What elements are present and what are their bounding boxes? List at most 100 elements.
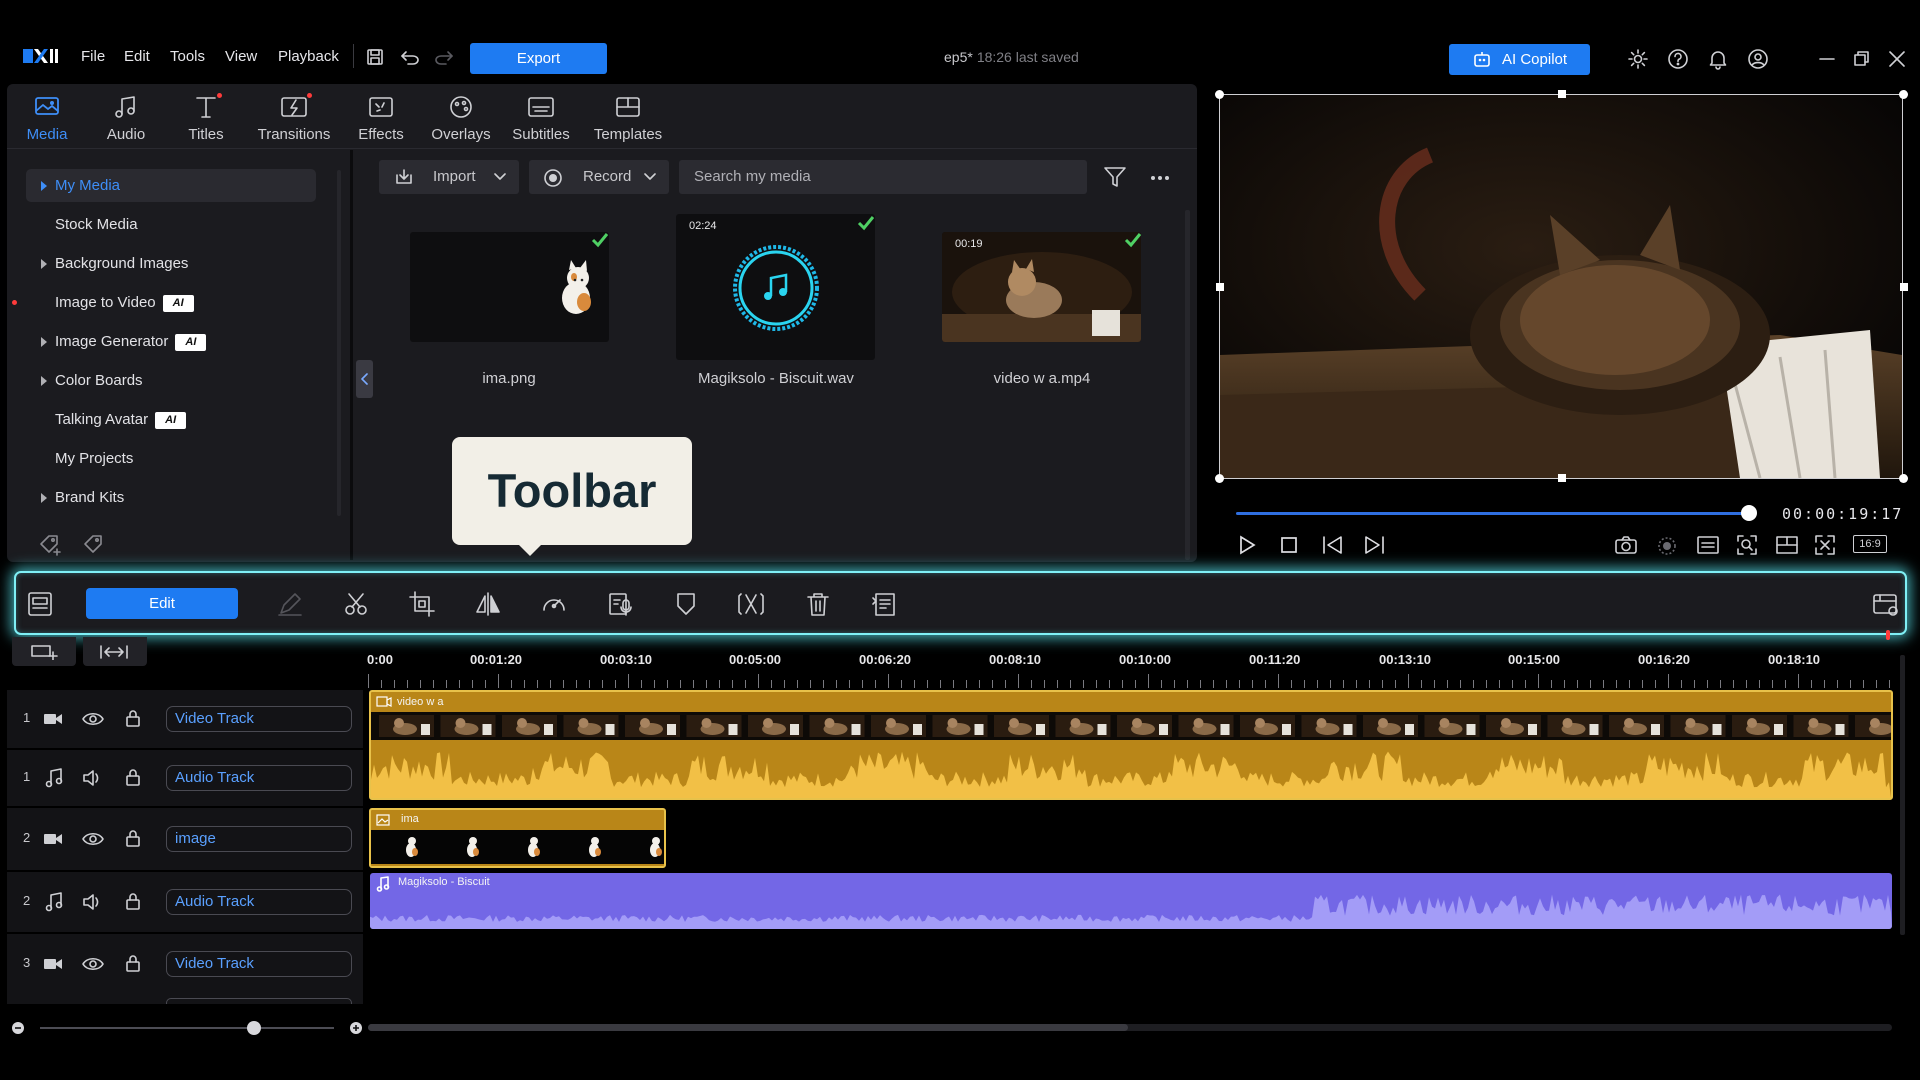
tag-icon[interactable] (82, 533, 108, 557)
resize-handle[interactable] (1558, 90, 1566, 98)
timeline-vscroll[interactable] (1900, 655, 1905, 935)
multi-select-icon[interactable] (26, 590, 54, 618)
zoom-out-icon[interactable] (11, 1021, 25, 1035)
previous-frame-icon[interactable] (1322, 535, 1344, 555)
tab-media[interactable]: Media (19, 92, 75, 143)
gear-icon[interactable] (1627, 48, 1649, 70)
aspect-ratio-button[interactable]: 16:9 (1853, 535, 1887, 553)
zoom-fit-icon[interactable] (1736, 534, 1758, 556)
render-preview-icon[interactable] (1656, 535, 1678, 557)
search-input[interactable]: Search my media (679, 160, 1087, 194)
lock-icon[interactable] (125, 709, 141, 727)
scissors-icon[interactable] (342, 590, 370, 618)
timeline-hscroll-thumb[interactable] (368, 1024, 1128, 1031)
save-icon[interactable] (366, 48, 384, 66)
playback-progress-bar[interactable] (1236, 512, 1748, 515)
tab-audio[interactable]: Audio (98, 92, 154, 143)
menu-view[interactable]: View (225, 48, 257, 65)
tab-transitions[interactable]: Transitions (254, 92, 334, 143)
restore-icon[interactable] (1853, 50, 1871, 68)
zoom-in-icon[interactable] (349, 1021, 363, 1035)
next-frame-icon[interactable] (1363, 535, 1385, 555)
lock-icon[interactable] (125, 768, 141, 786)
redo-icon[interactable] (434, 49, 454, 65)
speed-gauge-icon[interactable] (540, 590, 568, 618)
image-clip-ima[interactable]: ima (369, 808, 666, 868)
media-thumbnail-image[interactable] (410, 232, 609, 342)
sidebar-item-color-boards[interactable]: Color Boards (55, 372, 143, 389)
resize-handle[interactable] (1215, 90, 1224, 99)
undo-icon[interactable] (400, 49, 420, 65)
sidebar-item-brand-kits[interactable]: Brand Kits (55, 489, 124, 506)
media-thumbnail-video[interactable]: 00:19 (942, 232, 1141, 342)
minimize-icon[interactable] (1818, 50, 1836, 68)
panel-splitter[interactable] (350, 150, 353, 560)
playhead-knob[interactable] (1741, 505, 1757, 521)
expand-arrow-icon[interactable] (41, 337, 47, 347)
eye-visibility-icon[interactable] (82, 831, 104, 847)
menu-edit[interactable]: Edit (124, 48, 150, 65)
sidebar-item-talking-avatar[interactable]: Talking Avatar AI (55, 411, 187, 429)
tab-titles[interactable]: Titles (178, 92, 234, 143)
expand-arrow-icon[interactable] (41, 181, 47, 191)
pen-disabled-icon[interactable] (276, 590, 304, 618)
tab-overlays[interactable]: Overlays (428, 92, 494, 143)
eye-visibility-icon[interactable] (82, 711, 104, 727)
bell-icon[interactable] (1707, 48, 1729, 70)
transition-insert-icon[interactable] (736, 590, 764, 618)
fullscreen-icon[interactable] (1814, 534, 1836, 556)
close-icon[interactable] (1888, 50, 1906, 68)
menu-file[interactable]: File (81, 48, 105, 65)
play-icon[interactable] (1237, 535, 1257, 555)
sidebar-item-image-generator[interactable]: Image Generator AI (55, 333, 207, 351)
voiceover-record-icon[interactable] (606, 590, 634, 618)
delete-trash-icon[interactable] (804, 590, 832, 618)
track-name-field[interactable]: Video Track (166, 951, 352, 977)
add-track-button[interactable] (12, 637, 76, 666)
tab-subtitles[interactable]: Subtitles (507, 92, 575, 143)
properties-list-icon[interactable] (870, 590, 898, 618)
sidebar-scrollbar[interactable] (337, 170, 341, 516)
expand-arrow-icon[interactable] (41, 376, 47, 386)
add-tag-icon[interactable] (38, 533, 64, 557)
preview-canvas[interactable] (1219, 94, 1903, 479)
track-name-field[interactable]: Audio Track (166, 889, 352, 915)
expand-arrow-icon[interactable] (41, 493, 47, 503)
resize-handle[interactable] (1900, 283, 1908, 291)
track-name-field[interactable]: Video Track (166, 706, 352, 732)
lock-icon[interactable] (125, 954, 141, 972)
tab-effects[interactable]: Effects (352, 92, 410, 143)
timeline-zoom-slider[interactable] (40, 1027, 334, 1029)
sidebar-item-my-media[interactable]: My Media (55, 177, 120, 194)
edit-button[interactable]: Edit (86, 588, 238, 619)
export-button[interactable]: Export (470, 43, 607, 74)
customize-toolbar-icon[interactable] (1871, 590, 1899, 618)
fit-timeline-button[interactable] (83, 637, 147, 666)
video-clip-video-w-a[interactable]: video w a (369, 690, 1893, 800)
speaker-volume-icon[interactable] (82, 769, 104, 787)
flip-icon[interactable] (474, 590, 502, 618)
more-options-icon[interactable] (1150, 175, 1170, 181)
resize-handle[interactable] (1558, 474, 1566, 482)
lock-icon[interactable] (125, 892, 141, 910)
help-icon[interactable] (1667, 48, 1689, 70)
snapshot-camera-icon[interactable] (1614, 535, 1638, 555)
resize-handle[interactable] (1216, 283, 1224, 291)
track-name-field[interactable]: image (166, 826, 352, 852)
marker-icon[interactable] (672, 590, 700, 618)
resize-handle[interactable] (1899, 90, 1908, 99)
menu-playback[interactable]: Playback (278, 48, 339, 65)
sidebar-item-stock-media[interactable]: Stock Media (55, 216, 138, 233)
eye-visibility-icon[interactable] (82, 956, 104, 972)
tab-templates[interactable]: Templates (590, 92, 666, 143)
menu-tools[interactable]: Tools (170, 48, 205, 65)
ai-copilot-button[interactable]: AI Copilot (1449, 44, 1590, 75)
zoom-slider-knob[interactable] (247, 1021, 261, 1035)
speaker-volume-icon[interactable] (82, 893, 104, 911)
import-dropdown[interactable]: Import (379, 160, 519, 194)
lock-icon[interactable] (125, 829, 141, 847)
crop-icon[interactable] (408, 590, 436, 618)
expand-arrow-icon[interactable] (41, 259, 47, 269)
account-icon[interactable] (1747, 48, 1769, 70)
resize-handle[interactable] (1899, 474, 1908, 483)
